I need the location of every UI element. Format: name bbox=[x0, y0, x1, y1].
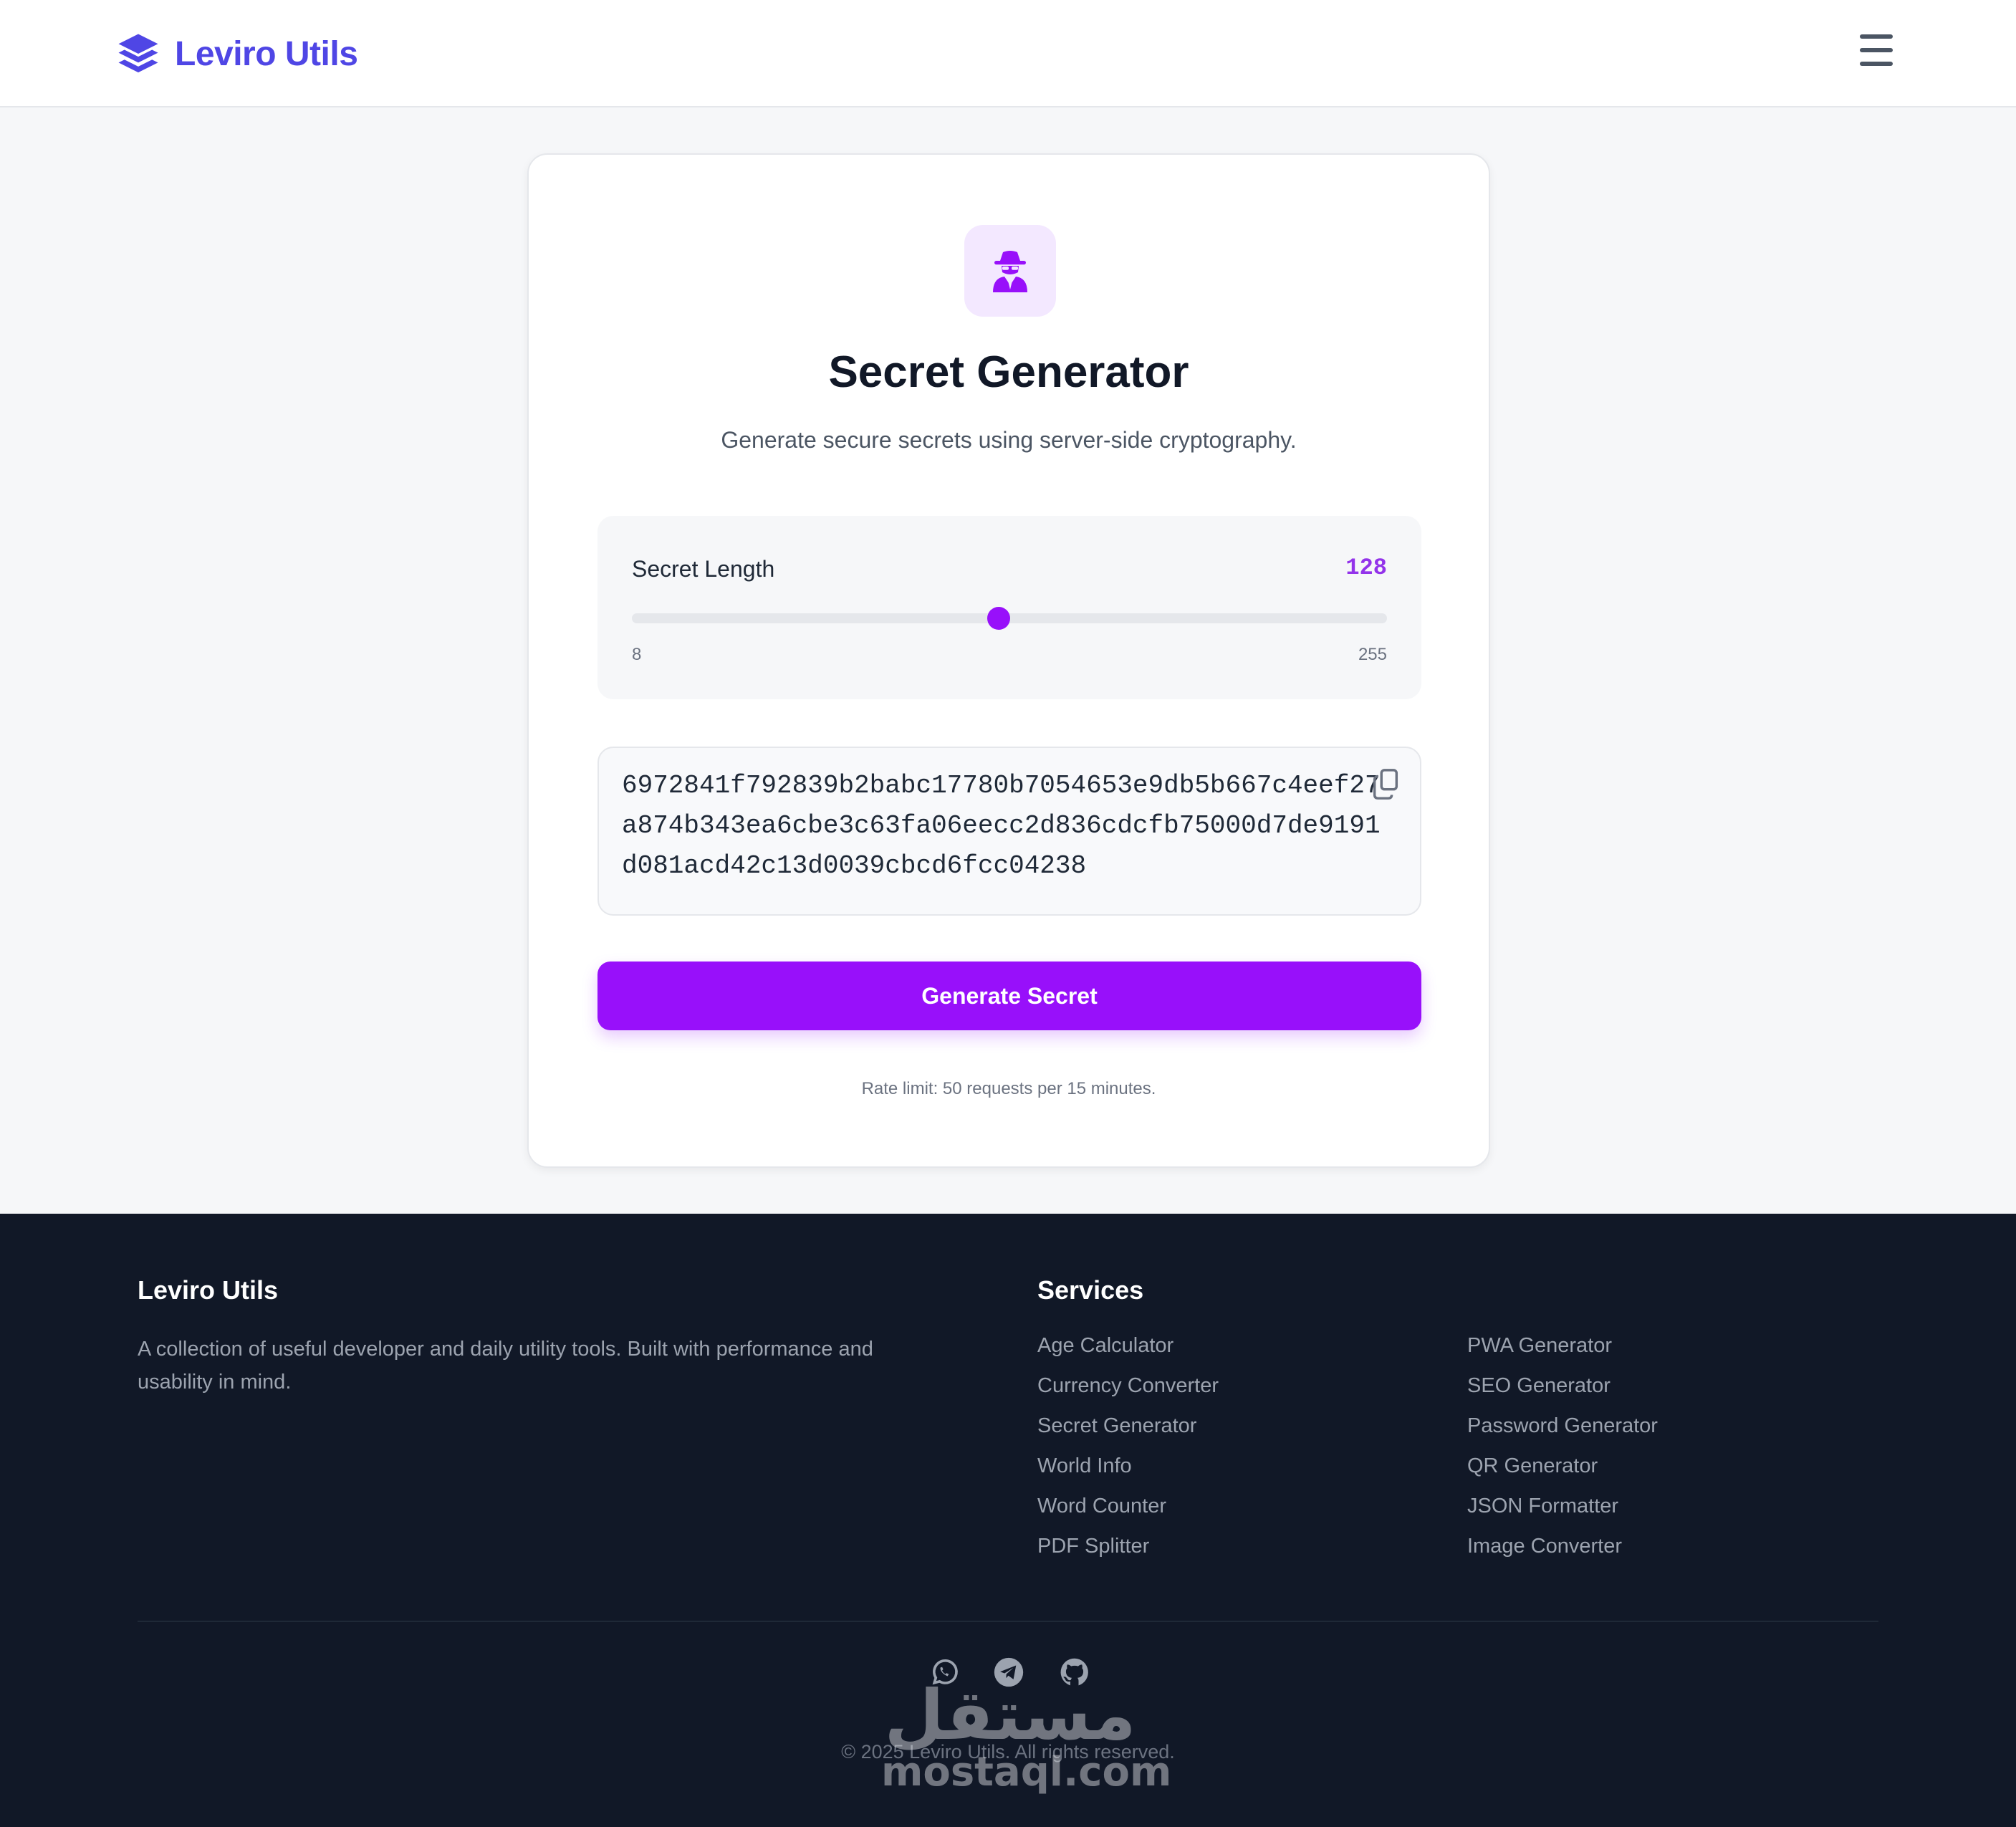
secret-output-line: 6972841f792839b2babc17780b7054653e9db5b6… bbox=[622, 771, 1381, 800]
secret-output[interactable]: 6972841f792839b2babc17780b7054653e9db5b6… bbox=[597, 747, 1421, 916]
top-navbar: Leviro Utils bbox=[0, 0, 2016, 107]
secret-output-line: d081acd42c13d0039cbcd6fcc04238 bbox=[622, 851, 1087, 881]
footer-link[interactable]: JSON Formatter bbox=[1467, 1492, 1658, 1532]
footer-link[interactable]: QR Generator bbox=[1467, 1452, 1658, 1492]
footer-link[interactable]: Password Generator bbox=[1467, 1411, 1658, 1452]
footer-link[interactable]: PDF Splitter bbox=[1037, 1532, 1219, 1572]
copyright-text: © 2025 Leviro Utils. All rights reserved… bbox=[841, 1741, 1175, 1763]
generate-secret-button[interactable]: Generate Secret bbox=[597, 962, 1421, 1030]
footer-link[interactable]: Word Counter bbox=[1037, 1492, 1219, 1532]
footer-services-list: Age Calculator Currency Converter Secret… bbox=[1037, 1331, 1219, 1572]
footer-link[interactable]: SEO Generator bbox=[1467, 1371, 1658, 1411]
footer-services-list: PWA Generator SEO Generator Password Gen… bbox=[1467, 1331, 1658, 1572]
watermark-logo: مستقل mostaql.com bbox=[881, 1675, 1172, 1795]
secret-length-value: 128 bbox=[1345, 555, 1387, 581]
site-footer: Leviro Utils A collection of useful deve… bbox=[0, 1214, 2016, 1827]
brand-name: Leviro Utils bbox=[175, 34, 358, 73]
layers-icon bbox=[118, 34, 158, 73]
secret-output-line: a874b343ea6cbe3c63fa06eecc2d836cdcfb7500… bbox=[622, 811, 1381, 840]
secret-length-panel: Secret Length 128 8 255 bbox=[597, 516, 1421, 699]
whatsapp-icon[interactable] bbox=[928, 1656, 960, 1688]
page-title: Secret Generator bbox=[828, 347, 1189, 397]
footer-link[interactable]: PWA Generator bbox=[1467, 1331, 1658, 1371]
secret-length-label: Secret Length bbox=[632, 556, 775, 582]
footer-divider bbox=[138, 1621, 1878, 1622]
footer-services-heading: Services bbox=[1037, 1275, 1144, 1305]
footer-link[interactable]: Age Calculator bbox=[1037, 1331, 1219, 1371]
copy-icon[interactable] bbox=[1371, 768, 1400, 801]
hamburger-menu-icon[interactable] bbox=[1860, 34, 1893, 66]
user-secret-icon bbox=[993, 251, 1027, 292]
footer-link[interactable]: Currency Converter bbox=[1037, 1371, 1219, 1411]
slider-max-label: 255 bbox=[1358, 645, 1387, 664]
slider-thumb[interactable] bbox=[987, 607, 1011, 630]
footer-brand: Leviro Utils bbox=[138, 1275, 279, 1305]
footer-link[interactable]: World Info bbox=[1037, 1452, 1219, 1492]
rate-limit-note: Rate limit: 50 requests per 15 minutes. bbox=[861, 1079, 1156, 1098]
footer-link[interactable]: Secret Generator bbox=[1037, 1411, 1219, 1452]
footer-link[interactable]: Image Converter bbox=[1467, 1532, 1658, 1572]
tool-icon-badge bbox=[964, 225, 1056, 317]
telegram-icon[interactable] bbox=[993, 1656, 1024, 1688]
brand-link[interactable]: Leviro Utils bbox=[115, 29, 358, 79]
slider-min-label: 8 bbox=[632, 645, 642, 664]
secret-generator-card: Secret Generator Generate secure secrets… bbox=[527, 153, 1490, 1168]
page-subtitle: Generate secure secrets using server-sid… bbox=[721, 427, 1297, 453]
footer-description: A collection of useful developer and dai… bbox=[138, 1338, 873, 1394]
github-icon[interactable] bbox=[1059, 1656, 1090, 1688]
